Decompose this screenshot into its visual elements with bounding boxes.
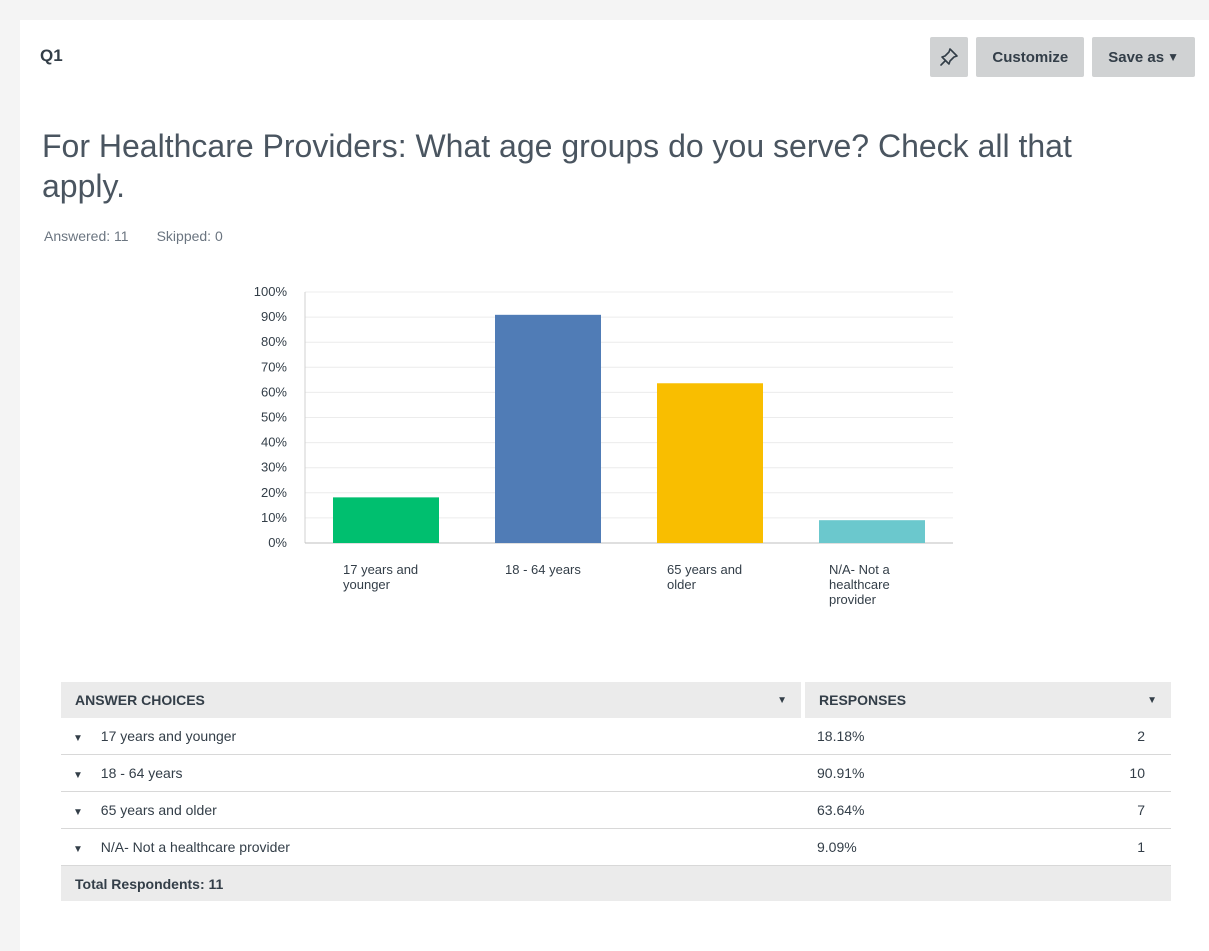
- response-percent: 90.91%: [803, 754, 1071, 792]
- bar: [495, 314, 601, 543]
- response-percent: 18.18%: [803, 718, 1071, 755]
- answer-choice-label: 65 years and older: [100, 802, 217, 818]
- sort-caret-icon: ▼: [1147, 694, 1157, 706]
- y-tick-label: 80%: [261, 334, 287, 349]
- table-row: ▼ 17 years and younger 18.18% 2: [61, 718, 1171, 755]
- expand-caret-icon[interactable]: ▼: [73, 770, 83, 781]
- bar-chart: 0% 10% 20% 30% 40% 50% 60% 70% 80% 90% 100% 17 year…: [254, 284, 953, 607]
- y-tick-label: 20%: [261, 485, 287, 500]
- question-card: Q1 Customize Save as ▼ For Healthcare Pr…: [20, 20, 1209, 951]
- y-tick-label: 100%: [254, 284, 288, 299]
- table-row: ▼ 18 - 64 years 90.91% 10: [61, 754, 1171, 792]
- table-row: ▼ N/A- Not a healthcare provider 9.09% 1: [61, 828, 1171, 866]
- x-tick-label-line: 17 years and: [343, 562, 418, 577]
- response-percent: 9.09%: [803, 828, 1071, 866]
- y-tick-label: 0%: [268, 535, 287, 550]
- response-count: 1: [1071, 828, 1171, 866]
- x-tick-label: 18 - 64 years: [505, 562, 581, 577]
- bar: [657, 383, 763, 543]
- y-tick-label: 10%: [261, 510, 287, 525]
- y-tick-label: 60%: [261, 384, 287, 399]
- header-responses-label: RESPONSES: [819, 692, 907, 708]
- response-count: 2: [1071, 718, 1171, 755]
- answer-choice-cell[interactable]: ▼ N/A- Not a healthcare provider: [61, 828, 803, 866]
- table-row: ▼ 65 years and older 63.64% 7: [61, 791, 1171, 829]
- y-tick-label: 30%: [261, 460, 287, 475]
- answer-choice-label: 17 years and younger: [100, 728, 237, 744]
- response-percent: 63.64%: [803, 791, 1071, 829]
- x-tick-label-line: older: [667, 577, 697, 592]
- header-answer-choices[interactable]: ANSWER CHOICES ▼: [61, 682, 803, 718]
- answer-choice-cell[interactable]: ▼ 18 - 64 years: [61, 754, 803, 792]
- x-tick-label-line: N/A- Not a: [829, 562, 890, 577]
- x-tick-label: 17 years and younger: [343, 562, 418, 592]
- y-tick-label: 50%: [261, 410, 287, 425]
- x-tick-label-line: younger: [343, 577, 391, 592]
- responses-table: ANSWER CHOICES ▼ RESPONSES ▼ ▼ 17 years …: [61, 682, 1171, 901]
- y-tick-label: 70%: [261, 359, 287, 374]
- expand-caret-icon[interactable]: ▼: [73, 844, 83, 855]
- answer-choice-cell[interactable]: ▼ 65 years and older: [61, 791, 803, 829]
- x-tick-label-line: provider: [829, 592, 877, 607]
- x-tick-label-line: healthcare: [829, 577, 890, 592]
- x-tick-label-line: 18 - 64 years: [505, 562, 581, 577]
- y-tick-label: 40%: [261, 435, 287, 450]
- bar: [819, 520, 925, 543]
- expand-caret-icon[interactable]: ▼: [73, 807, 83, 818]
- total-row: Total Respondents: 11: [61, 865, 1171, 901]
- answer-choice-label: 18 - 64 years: [100, 765, 183, 781]
- x-tick-label: N/A- Not a healthcare provider: [829, 562, 890, 607]
- x-tick-label-line: 65 years and: [667, 562, 742, 577]
- sort-caret-icon: ▼: [777, 694, 787, 706]
- answer-choice-cell[interactable]: ▼ 17 years and younger: [61, 718, 803, 755]
- y-tick-label: 90%: [261, 309, 287, 324]
- header-responses[interactable]: RESPONSES ▼: [801, 682, 1171, 718]
- expand-caret-icon[interactable]: ▼: [73, 733, 83, 744]
- response-count: 10: [1071, 754, 1171, 792]
- response-count: 7: [1071, 791, 1171, 829]
- total-respondents: Total Respondents: 11: [61, 865, 1171, 901]
- x-tick-label: 65 years and older: [667, 562, 742, 592]
- header-answer-choices-label: ANSWER CHOICES: [75, 692, 205, 708]
- table-header-row: ANSWER CHOICES ▼ RESPONSES ▼: [61, 682, 1171, 718]
- bar: [333, 497, 439, 543]
- answer-choice-label: N/A- Not a healthcare provider: [100, 839, 290, 855]
